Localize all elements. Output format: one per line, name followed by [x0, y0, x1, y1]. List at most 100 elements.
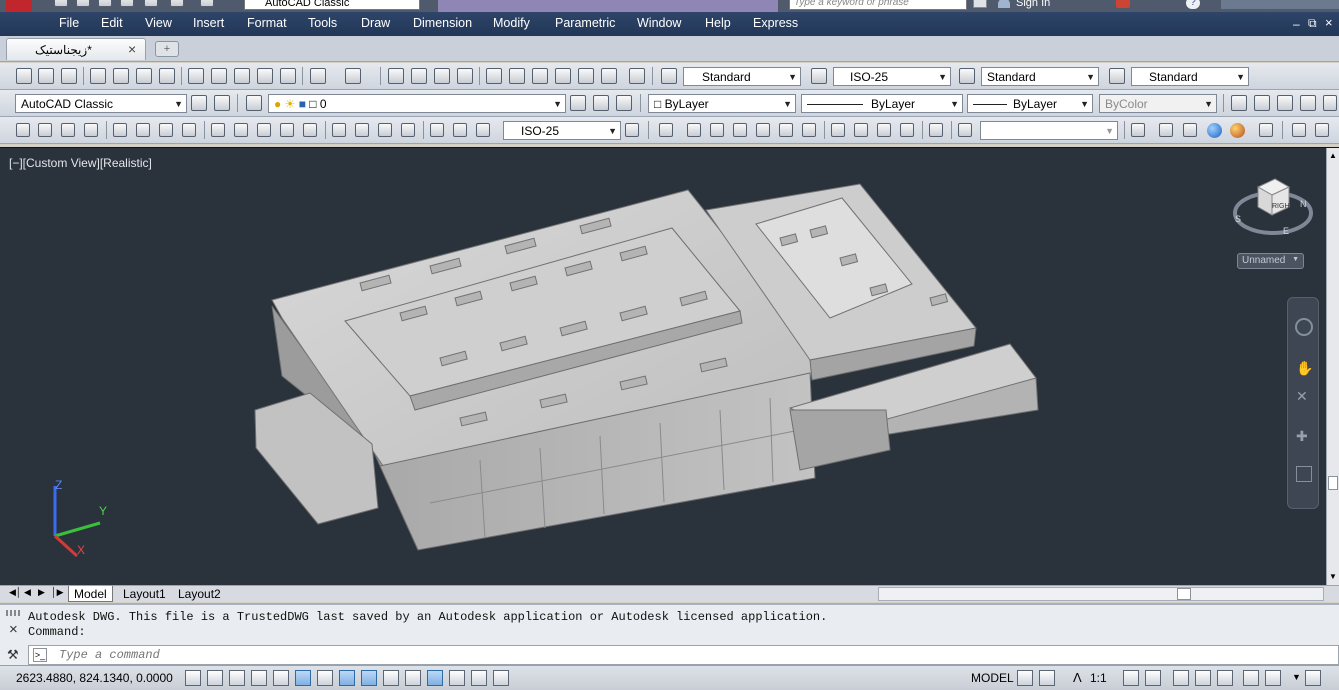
orbit-icon[interactable]: ✚ [1296, 428, 1312, 444]
infer-constraints-icon[interactable] [185, 670, 201, 686]
arc-length-icon[interactable] [61, 123, 75, 137]
command-input-box[interactable]: >_ [28, 645, 1339, 665]
paste-icon[interactable] [234, 68, 250, 84]
print-icon[interactable] [144, 0, 158, 7]
tool-palettes-icon[interactable] [532, 68, 548, 84]
diameter-icon[interactable] [159, 123, 173, 137]
ucs-menu-button[interactable]: Unnamed ▼ [1237, 253, 1304, 269]
zoom-window-icon[interactable] [434, 68, 450, 84]
redo-icon[interactable] [200, 0, 214, 7]
3d-print-icon[interactable] [159, 68, 175, 84]
cone-icon[interactable] [733, 123, 747, 137]
tab-layout1[interactable]: Layout1 [118, 586, 171, 602]
send-to-back-icon[interactable] [1254, 95, 1270, 111]
menu-insert[interactable]: Insert [193, 16, 224, 30]
color-select[interactable]: □ ByLayer ▼ [648, 94, 796, 113]
radius-icon[interactable] [113, 123, 127, 137]
2d-wireframe-icon[interactable] [1131, 123, 1145, 137]
help-icon[interactable]: ? [1186, 0, 1200, 9]
extrude-icon[interactable] [831, 123, 845, 137]
3d-move-icon[interactable] [1292, 123, 1306, 137]
layer-properties-icon[interactable] [246, 95, 262, 111]
help-icon[interactable] [629, 68, 645, 84]
make-current-layer-icon[interactable] [570, 95, 586, 111]
polar-tracking-icon[interactable] [273, 670, 289, 686]
union-icon[interactable] [929, 123, 943, 137]
horizontal-scrollbar[interactable] [878, 587, 1324, 601]
annotation-monitor-icon[interactable] [493, 670, 509, 686]
layer-previous-icon[interactable] [593, 95, 609, 111]
file-tab-close-icon[interactable]: × [128, 41, 136, 57]
menu-modify[interactable]: Modify [493, 16, 530, 30]
next-tab-button[interactable]: ▶ [38, 587, 45, 598]
scroll-down-arrow[interactable]: ▼ [1329, 572, 1337, 581]
quick-view-layouts-icon[interactable] [1017, 670, 1033, 686]
open-icon[interactable] [76, 0, 90, 7]
dynamic-ucs-icon[interactable] [361, 670, 377, 686]
dimension-update-icon[interactable] [476, 123, 490, 137]
ordinate-icon[interactable] [84, 123, 98, 137]
object-snap-tracking-icon[interactable] [339, 670, 355, 686]
quick-properties-icon[interactable] [449, 670, 465, 686]
jogged-icon[interactable] [136, 123, 150, 137]
clean-screen-icon[interactable] [1305, 670, 1321, 686]
tab-layout2[interactable]: Layout2 [173, 586, 226, 602]
visual-style-manager-icon[interactable] [1259, 123, 1273, 137]
table-style-icon[interactable] [959, 68, 975, 84]
3d-object-snap-icon[interactable] [317, 670, 333, 686]
linear-dimension-icon[interactable] [16, 123, 30, 137]
menu-express[interactable]: Express [753, 16, 798, 30]
realistic-icon[interactable] [1207, 123, 1222, 138]
pan-icon[interactable] [388, 68, 404, 84]
isolate-objects-icon[interactable] [1243, 670, 1259, 686]
layer-state-icon[interactable] [616, 95, 632, 111]
visual-style-select[interactable]: ▼ [980, 121, 1118, 140]
redo-icon[interactable] [345, 68, 361, 84]
polysolid-icon[interactable] [659, 123, 673, 137]
layer-select[interactable]: ● ☀ ■ □ 0 ▼ [268, 94, 566, 113]
vertical-scrollbar[interactable]: ▲ ▼ [1326, 148, 1339, 586]
sign-in-link[interactable]: Sign In [1016, 0, 1050, 9]
properties-icon[interactable] [486, 68, 502, 84]
3d-rotate-icon[interactable] [1315, 123, 1329, 137]
visual-styles-icon[interactable] [958, 123, 972, 137]
building-3d-model[interactable] [0, 148, 1339, 586]
markup-icon[interactable] [578, 68, 594, 84]
hardware-acceleration-icon[interactable] [1217, 670, 1233, 686]
text-style-icon[interactable] [661, 68, 677, 84]
annotation-scale-icon[interactable]: Λ [1073, 670, 1082, 685]
snap-mode-icon[interactable] [207, 670, 223, 686]
send-under-icon[interactable] [1300, 95, 1316, 111]
hscroll-thumb[interactable] [1177, 588, 1191, 600]
workspace-settings-icon[interactable] [191, 95, 207, 111]
pan-icon[interactable]: ✋ [1296, 360, 1313, 376]
menu-help[interactable]: Help [705, 16, 731, 30]
zoom-previous-icon[interactable] [457, 68, 473, 84]
last-tab-button[interactable]: │▶ [51, 587, 64, 598]
dimension-text-edit-icon[interactable] [453, 123, 467, 137]
annotation-scale[interactable]: 1:1 [1090, 671, 1107, 685]
binoculars-icon[interactable] [973, 0, 987, 8]
dimension-space-icon[interactable] [280, 123, 294, 137]
prev-tab-button[interactable]: ◀ [24, 587, 31, 598]
scroll-up-arrow[interactable]: ▲ [1329, 151, 1337, 160]
show-lineweight-icon[interactable] [405, 670, 421, 686]
table-style-select[interactable]: Standard ▼ [981, 67, 1099, 86]
first-tab-button[interactable]: ◀│ [9, 587, 22, 598]
aligned-dimension-icon[interactable] [38, 123, 52, 137]
publish-icon[interactable] [136, 68, 152, 84]
undo-icon[interactable] [170, 0, 184, 7]
new-tab-button[interactable]: + [155, 41, 179, 57]
sheet-set-icon[interactable] [555, 68, 571, 84]
menu-view[interactable]: View [145, 16, 172, 30]
wrench-icon[interactable]: ⚒ [7, 647, 21, 662]
sweep-icon[interactable] [877, 123, 891, 137]
wireframe-icon[interactable] [1159, 123, 1173, 137]
file-tab[interactable]: *زیجناستیک × [6, 38, 146, 60]
mleader-style-icon[interactable] [1109, 68, 1125, 84]
workspace-select[interactable]: AutoCAD Classic ▼ [15, 94, 187, 113]
dimension-edit-icon[interactable] [430, 123, 444, 137]
menu-file[interactable]: File [59, 16, 79, 30]
doc-close-button[interactable]: × [1325, 15, 1333, 30]
cut-icon[interactable] [188, 68, 204, 84]
